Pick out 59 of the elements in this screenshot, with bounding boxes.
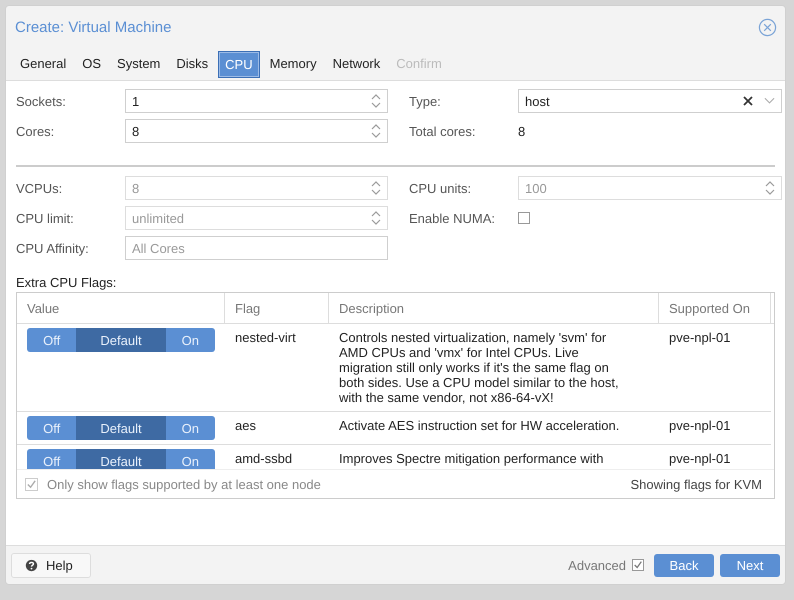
chevron-down-icon[interactable] [764,97,775,105]
segment-button[interactable]: Off [27,449,76,469]
table-cell-text: pve-npl-01 [668,329,732,347]
field-label: CPU Affinity: [16,240,90,256]
table-cell-text: amd-ssbd [234,450,294,468]
number-field[interactable]: 1 [125,89,388,113]
tab[interactable]: CPU [218,51,260,78]
tab[interactable]: General [14,51,72,76]
spinner-arrows-icon[interactable] [371,93,381,109]
table-cell-text: pve-npl-01 [668,417,732,435]
help-button[interactable]: Help [11,552,91,578]
field-label: Total cores: [409,124,476,138]
checkbox[interactable] [632,559,644,571]
field-label: VCPUs: [16,180,64,196]
column-header[interactable]: Flag [225,293,329,323]
window-title: Create: Virtual Machine [15,18,172,36]
nav-button[interactable]: Next [720,554,780,576]
clear-icon[interactable] [742,95,754,107]
checkbox-label: Advanced [568,558,626,572]
field-label: CPU units: [409,180,472,196]
spinner-arrows-icon[interactable] [371,123,381,139]
close-icon[interactable] [758,18,777,36]
field-label: Enable NUMA: [409,210,496,226]
segment-button[interactable]: Default [76,328,166,352]
segment-button[interactable]: On [166,449,215,469]
help-icon [25,558,38,572]
type-combo-field[interactable]: host [518,89,782,113]
field-label: Type: [409,94,442,108]
segment-button[interactable]: Off [27,328,76,352]
table-cell-text: aes [234,417,257,435]
segment-button[interactable]: On [166,416,215,440]
total-cores-value: 8 [518,124,526,138]
tab[interactable]: Memory [264,51,323,76]
info-text: Showing flags for KVM [630,476,762,492]
tab[interactable]: System [111,51,166,76]
tab[interactable]: Disks [170,51,214,76]
nav-button[interactable]: Back [654,554,714,576]
input-field[interactable]: All Cores [125,236,388,260]
table-cell-text: Improves Spectre mitigation performance with [338,450,604,468]
field-label: CPU limit: [16,210,75,226]
segment-button[interactable]: Default [76,449,166,469]
field-label: Cores: [16,124,56,138]
table-cell-text: pve-npl-01 [668,450,732,468]
checkbox[interactable] [518,212,530,224]
table-cell-text: nested-virt [234,329,297,347]
field-label: Sockets: [16,94,67,108]
segment-button[interactable]: On [166,328,215,352]
column-header[interactable]: Supported On [659,293,771,323]
tab[interactable]: OS [76,51,108,76]
column-header[interactable]: Description [329,293,659,323]
number-field[interactable]: 8 [125,119,388,143]
section-label: Extra CPU Flags: [16,275,118,290]
checkbox-label: Only show flags supported by at least one node [47,476,322,492]
table-cell-text: Controls nested virtualization, namely 'svm' for AMD CPUs and 'vmx' for Intel CPUs. Live migration still only works if it's the same flag on both sides. Use a CPU model similar to the host, with the same vendor, not x86-64-vX! [338,329,620,407]
table-cell-text: Activate AES instruction set for HW acceleration. [338,417,620,435]
segment-button[interactable]: Default [76,416,166,440]
segment-button[interactable]: Off [27,416,76,440]
column-header[interactable]: Value [17,293,225,323]
tab[interactable]: Network [326,51,386,76]
